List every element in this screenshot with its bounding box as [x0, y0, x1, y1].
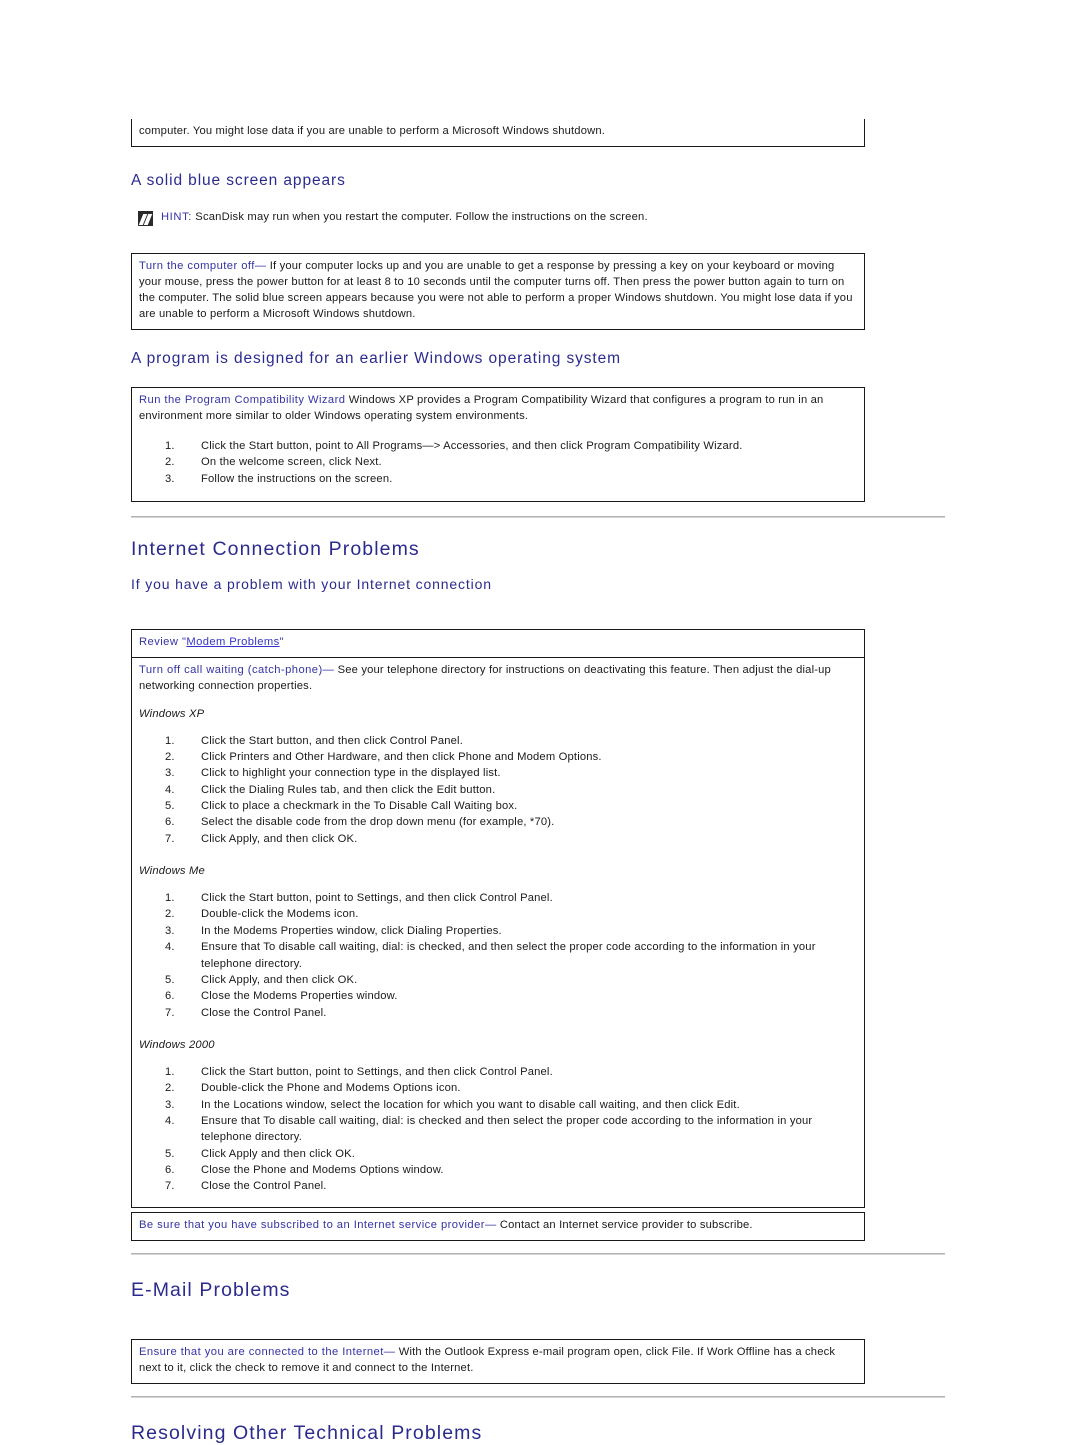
continued-note-box: computer. You might lose data if you are… [131, 119, 865, 147]
tip-label: Ensure that you are connected to the Int… [139, 1345, 384, 1358]
list-item: Double-click the Modems icon. [165, 906, 359, 923]
review-suffix: " [279, 636, 285, 648]
list-item: In the Locations window, select the loca… [165, 1097, 740, 1114]
list-item: Click Apply, and then click OK. [165, 831, 358, 848]
list-item: Click to highlight your connection type … [165, 765, 501, 782]
isp-subscription-box: Be sure that you have subscribed to an I… [131, 1211, 865, 1241]
list-item: In the Modems Properties window, click D… [165, 923, 502, 940]
hint-keyword: HINT: [161, 211, 192, 224]
list-item: Click Apply, and then click OK. [165, 972, 358, 989]
list-item: Select the disable code from the drop do… [165, 814, 555, 831]
subheading-internet-problem: If you have a problem with your Internet… [131, 575, 492, 592]
review-prefix: Review " [139, 636, 187, 648]
tip-label: Turn off call waiting (catch-phone) [139, 663, 323, 676]
list-item: Click Printers and Other Hardware, and t… [165, 749, 602, 766]
list-item: Click Apply and then click OK. [165, 1146, 356, 1163]
list-item: Click the Start button, point to Setting… [165, 1064, 553, 1081]
list-item: Double-click the Phone and Modems Option… [165, 1080, 461, 1097]
heading-earlier-windows: A program is designed for an earlier Win… [131, 349, 621, 367]
note-pencil-icon [138, 211, 153, 227]
heading-internet-connection: Internet Connection Problems [131, 538, 420, 561]
list-item: Close the Modems Properties window. [165, 988, 398, 1005]
heading-blue-screen: A solid blue screen appears [131, 171, 346, 189]
review-modem-row: Review "Modem Problems" [132, 630, 864, 658]
tip-dash: — [254, 260, 267, 273]
email-tip: Ensure that you are connected to the Int… [139, 1345, 857, 1377]
internet-troubleshoot-box: Review "Modem Problems" Turn off call wa… [131, 629, 865, 1208]
windows-2000-steps: Click the Start button, point to Setting… [139, 1064, 857, 1195]
heading-resolving-other: Resolving Other Technical Problems [131, 1421, 483, 1444]
list-item: Close the Control Panel. [165, 1005, 327, 1022]
list-item: Close the Phone and Modems Options windo… [165, 1162, 444, 1179]
compatibility-tip: Run the Program Compatibility Wizard Win… [139, 393, 857, 425]
program-compatibility-box: Run the Program Compatibility Wizard Win… [131, 387, 865, 503]
windows-me-steps: Click the Start button, point to Setting… [139, 890, 857, 1021]
tip-dash: — [484, 1218, 497, 1231]
tip-dash: — [383, 1345, 396, 1358]
list-item: Ensure that To disable call waiting, dia… [165, 1113, 813, 1144]
os-group-title-windows-xp: Windows XP [139, 707, 205, 720]
hint-note: HINT: ScanDisk may run when you restart … [131, 210, 945, 227]
email-connection-box: Ensure that you are connected to the Int… [131, 1338, 865, 1384]
modem-problems-link[interactable]: Modem Problems [186, 636, 279, 648]
list-item: Click the Dialing Rules tab, and then cl… [165, 782, 496, 799]
list-item: Ensure that To disable call waiting, dia… [165, 939, 816, 970]
isp-tip: Be sure that you have subscribed to an I… [139, 1218, 857, 1234]
compatibility-steps: Click the Start button, point to All Pro… [139, 438, 857, 487]
list-item: Close the Control Panel. [165, 1178, 327, 1195]
hint-text: HINT: ScanDisk may run when you restart … [161, 210, 648, 226]
tip-body: Contact an Internet service provider to … [496, 1218, 753, 1231]
tip-label: Turn the computer off [139, 260, 255, 273]
turn-computer-off-tip: Turn the computer off— If your computer … [139, 259, 857, 323]
tip-label: Run the Program Compatibility Wizard [139, 394, 346, 407]
continued-paragraph: computer. You might lose data if you are… [139, 125, 606, 137]
heading-email-problems: E-Mail Problems [131, 1278, 291, 1301]
document-page: computer. You might lose data if you are… [131, 0, 945, 1445]
turn-computer-off-box: Turn the computer off— If your computer … [131, 253, 865, 330]
list-item: Click the Start button, point to Setting… [165, 890, 553, 907]
tip-label: Be sure that you have subscribed to an I… [139, 1218, 485, 1231]
hint-body: ScanDisk may run when you restart the co… [191, 211, 648, 224]
list-item: Click to place a checkmark in the To Dis… [165, 798, 518, 815]
os-group-title-windows-me: Windows Me [139, 865, 205, 878]
list-item: Follow the instructions on the screen. [165, 471, 393, 488]
list-item: Click the Start button, and then click C… [165, 733, 464, 750]
list-item: Click the Start button, point to All Pro… [165, 438, 743, 455]
os-group-title-windows-2000: Windows 2000 [139, 1038, 215, 1051]
tip-dash: — [322, 663, 335, 676]
windows-xp-steps: Click the Start button, and then click C… [139, 733, 857, 848]
list-item: On the welcome screen, click Next. [165, 454, 382, 471]
call-waiting-tip: Turn off call waiting (catch-phone)— See… [139, 663, 857, 695]
